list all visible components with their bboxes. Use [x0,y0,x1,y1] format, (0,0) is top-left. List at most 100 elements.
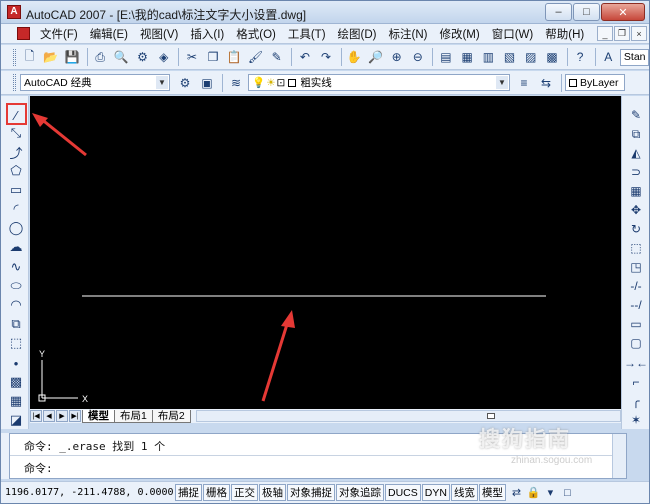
command-window-grip[interactable] [1,433,9,479]
break-at-point-icon[interactable]: ▭ [627,315,645,333]
zoom-realtime-icon[interactable]: 🔎 [366,47,385,67]
workspace-settings-icon[interactable]: ⚙ [175,73,195,93]
color-combo[interactable]: ByLayer [565,74,625,91]
zoom-window-icon[interactable]: ⊕ [387,47,406,67]
layer-combo[interactable]: 💡 ☀ ⊡ 粗实线 ▼ [248,74,510,91]
layer-manager-icon[interactable]: ≋ [226,73,246,93]
menu-file[interactable]: 文件(F) [34,26,84,42]
offset-icon[interactable]: ⊃ [627,163,645,181]
menu-dimension[interactable]: 标注(N) [383,26,434,42]
polar-toggle[interactable]: 极轴 [259,484,286,501]
arc-icon[interactable]: ◜ [7,200,25,218]
text-style-icon[interactable]: A [599,47,618,67]
tab-model[interactable]: 模型 [82,409,115,423]
cut-icon[interactable]: ✂ [182,47,201,67]
undo-icon[interactable]: ↶ [295,47,314,67]
join-icon[interactable]: →← [624,354,648,372]
move-icon[interactable]: ✥ [627,201,645,219]
ellipse-arc-icon[interactable]: ◠ [7,296,25,314]
make-block-icon[interactable]: ⬚ [7,334,25,352]
dyn-toggle[interactable]: DYN [421,484,450,501]
fillet-icon[interactable]: ╭ [627,392,645,410]
chamfer-icon[interactable]: ⌐ [627,373,645,391]
maximize-button[interactable]: □ [573,3,600,21]
tool-palettes-icon[interactable]: ▥ [479,47,498,67]
region-icon[interactable]: ◪ [7,411,25,429]
construction-line-icon[interactable]: ⤡ [7,124,25,142]
layer-previous-icon[interactable]: ⇆ [536,73,556,93]
snap-toggle[interactable]: 捕捉 [175,484,202,501]
design-center-icon[interactable]: ▦ [458,47,477,67]
properties-icon[interactable]: ▤ [436,47,455,67]
print-icon[interactable]: ⎙ [91,47,110,67]
text-style-combo[interactable]: Stan [619,48,650,66]
next-tab-icon[interactable]: ▶ [56,410,68,422]
stretch-icon[interactable]: ◳ [627,258,645,276]
ortho-toggle[interactable]: 正交 [231,484,258,501]
redo-icon[interactable]: ↷ [316,47,335,67]
calculator-icon[interactable]: ▩ [542,47,561,67]
paste-icon[interactable]: 📋 [225,47,244,67]
osnap-toggle[interactable]: 对象捕捉 [287,484,335,501]
point-icon[interactable]: • [7,354,25,372]
chevron-down-icon[interactable]: ▼ [496,76,508,89]
block-editor-icon[interactable]: ✎ [267,47,286,67]
model-space-toggle[interactable]: 模型 [478,484,506,501]
ducs-toggle[interactable]: DUCS [385,484,421,501]
doc-minimize-button[interactable]: _ [597,26,613,41]
menu-edit[interactable]: 编辑(E) [84,26,134,42]
sheet-set-icon[interactable]: ▧ [500,47,519,67]
workspace-save-icon[interactable]: ▣ [197,73,217,93]
command-scrollbar[interactable] [612,434,626,478]
command-prompt[interactable]: 命令: [24,460,53,476]
menu-insert[interactable]: 插入(I) [184,26,230,42]
pan-icon[interactable]: ✋ [345,47,364,67]
toolbar-grip[interactable] [13,48,16,66]
toolbar-grip[interactable] [13,74,16,91]
3d-dwf-icon[interactable]: ◈ [154,47,173,67]
first-tab-icon[interactable]: |◀ [30,410,42,422]
scale-icon[interactable]: ⬚ [627,239,645,257]
markup-icon[interactable]: ▨ [521,47,540,67]
menu-draw[interactable]: 绘图(D) [332,26,383,42]
clean-screen-icon[interactable]: □ [560,485,575,500]
doc-restore-button[interactable]: ❐ [614,26,630,41]
drawing-canvas[interactable]: Y X [30,96,621,409]
extend-icon[interactable]: --/ [627,296,645,314]
hatch-icon[interactable]: ▩ [7,373,25,391]
save-icon[interactable]: 💾 [62,47,81,67]
autocad-logo-icon[interactable]: A [7,5,21,19]
rectangle-icon[interactable]: ▭ [7,181,25,199]
copy-icon[interactable]: ❐ [203,47,222,67]
spline-icon[interactable]: ∿ [7,258,25,276]
communication-center-icon[interactable]: ⇄ [509,485,524,500]
menu-format[interactable]: 格式(O) [230,26,282,42]
otrack-toggle[interactable]: 对象追踪 [336,484,384,501]
chevron-down-icon[interactable]: ▼ [156,76,168,89]
lock-icon[interactable]: 🔒 [526,485,541,500]
ellipse-icon[interactable]: ⬭ [7,277,25,295]
rotate-icon[interactable]: ↻ [627,220,645,238]
prev-tab-icon[interactable]: ◀ [43,410,55,422]
doc-close-button[interactable]: × [631,26,647,41]
erase-icon[interactable]: ✎ [627,106,645,124]
document-icon[interactable] [17,27,30,40]
polygon-icon[interactable]: ⬠ [7,162,25,180]
close-button[interactable]: ✕ [601,3,645,21]
revision-cloud-icon[interactable]: ☁ [7,238,25,256]
menu-modify[interactable]: 修改(M) [433,26,485,42]
mirror-icon[interactable]: ◭ [627,144,645,162]
menu-window[interactable]: 窗口(W) [486,26,540,42]
circle-icon[interactable]: ◯ [7,219,25,237]
horizontal-scrollbar[interactable] [195,410,621,422]
insert-block-icon[interactable]: ⧉ [7,315,25,333]
polyline-icon[interactable]: ⤴ [7,143,25,161]
last-tab-icon[interactable]: ▶| [69,410,81,422]
zoom-previous-icon[interactable]: ⊖ [408,47,427,67]
match-properties-icon[interactable]: 🖌 [246,47,265,67]
array-icon[interactable]: ▦ [627,182,645,200]
coordinate-readout[interactable]: 1196.0177, -211.4788, 0.0000 [3,487,175,498]
print-preview-icon[interactable]: 🔍 [112,47,131,67]
copy-object-icon[interactable]: ⧉ [627,125,645,143]
publish-icon[interactable]: ⚙ [133,47,152,67]
